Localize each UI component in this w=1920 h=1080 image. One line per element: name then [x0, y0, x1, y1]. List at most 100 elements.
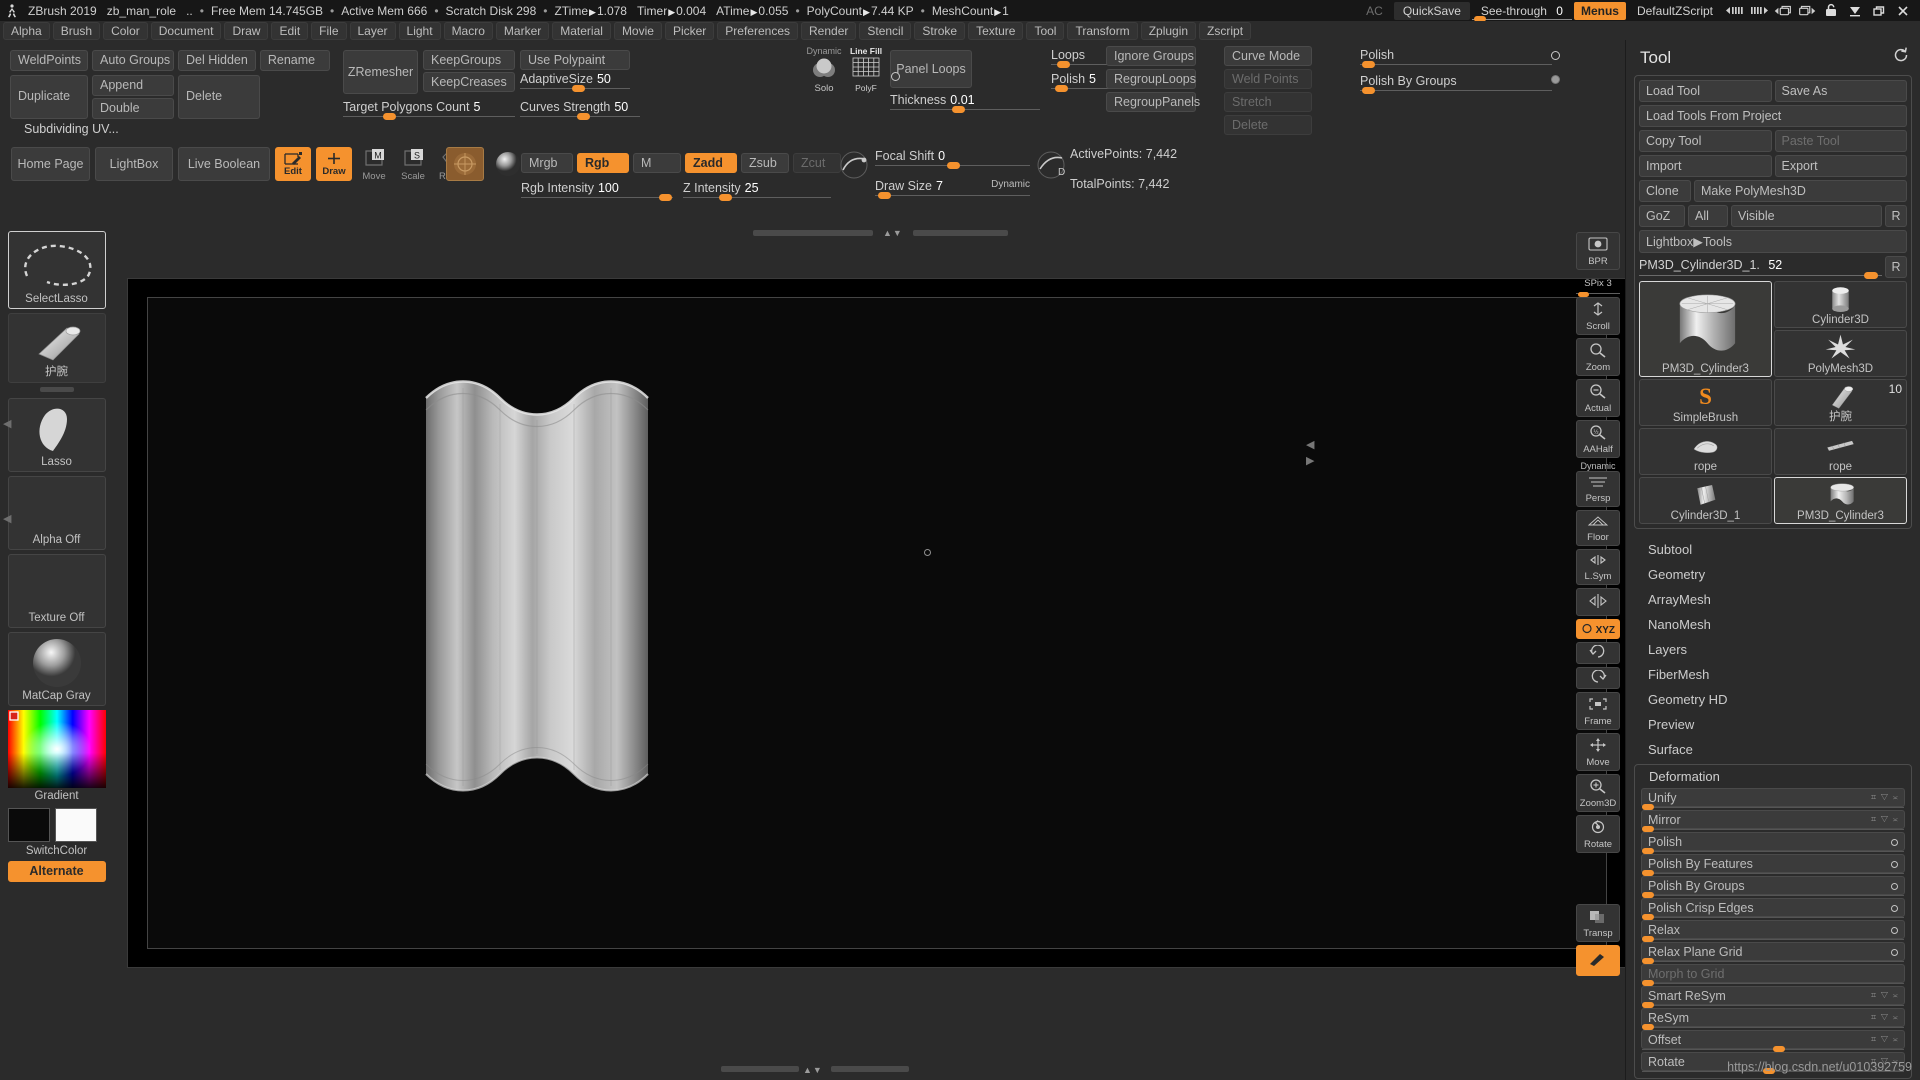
current-tool-r-button[interactable]: R	[1885, 256, 1907, 278]
stroke-selectlasso-cell[interactable]: SelectLasso	[7, 231, 106, 309]
scale-button[interactable]: S Scale	[396, 147, 430, 182]
load-tools-from-project-button[interactable]: Load Tools From Project	[1639, 105, 1907, 127]
ignore-groups-button[interactable]: Ignore Groups	[1106, 46, 1196, 66]
append-button[interactable]: Append	[92, 74, 174, 96]
quicksave-button[interactable]: QuickSave	[1393, 1, 1470, 20]
canvas-scroll-arrows-icon[interactable]: ▲▼	[883, 228, 903, 238]
auto-groups-button[interactable]: Auto Groups	[92, 50, 174, 71]
axis-toggles[interactable]: ⌗ ▽ ≍	[1871, 990, 1899, 1001]
alternate-button[interactable]: Alternate	[7, 861, 106, 882]
goz-r-button[interactable]: R	[1885, 205, 1907, 227]
color-picker[interactable]	[7, 710, 106, 788]
menu-file[interactable]: File	[311, 21, 347, 40]
canvas-scroll-arrows-bottom-icon[interactable]: ▲▼	[803, 1065, 823, 1075]
stretch-button[interactable]: Stretch	[1224, 92, 1312, 112]
primary-color-swatch[interactable]	[7, 808, 50, 842]
floor-button[interactable]: Floor	[1576, 510, 1620, 546]
goz-button[interactable]: GoZ	[1639, 205, 1685, 227]
deformation-polish[interactable]: Polish	[1641, 832, 1905, 854]
tool-thumb-pm3d-cylinder3d-active[interactable]: PM3D_Cylinder3	[1774, 477, 1907, 524]
axis-toggles[interactable]: ⌗ ▽ ≍	[1871, 814, 1899, 825]
xyz-button[interactable]: XYZ	[1576, 619, 1620, 639]
z-intensity-slider[interactable]: Z Intensity 25	[683, 181, 831, 201]
model-viewport[interactable]	[148, 298, 1608, 948]
switchcolor-label[interactable]: SwitchColor	[0, 845, 113, 857]
menu-brush[interactable]: Brush	[52, 21, 101, 40]
all-button[interactable]: All	[1688, 205, 1728, 227]
subpalette-nanomesh[interactable]: NanoMesh	[1626, 612, 1920, 637]
rotate-nav-button[interactable]: Rotate	[1576, 815, 1620, 853]
see-through-slider[interactable]: See-through 0	[1471, 2, 1572, 22]
tool-thumb-huwan[interactable]: 10 护腕	[1774, 379, 1907, 426]
deformation-polish-by-groups[interactable]: Polish By Groups	[1641, 876, 1905, 898]
duplicate-button[interactable]: Duplicate	[10, 74, 88, 119]
draw-button[interactable]: Draw	[316, 147, 352, 181]
subpalette-fibermesh[interactable]: FiberMesh	[1626, 662, 1920, 687]
menu-zscript[interactable]: Zscript	[1199, 21, 1252, 40]
lightbox-tools-button[interactable]: Lightbox▶Tools	[1639, 230, 1907, 253]
tool-thumb-simplebrush[interactable]: S SimpleBrush	[1639, 379, 1772, 426]
canvas-hscroll-top2[interactable]	[913, 230, 1008, 236]
polish-by-groups-radio[interactable]	[1551, 75, 1560, 84]
menu-picker[interactable]: Picker	[664, 21, 715, 40]
brush-preview-button[interactable]	[1576, 945, 1620, 976]
lock-icon[interactable]	[1820, 3, 1842, 19]
menu-zplugin[interactable]: Zplugin	[1140, 21, 1197, 40]
delete-geometry-button[interactable]: Delete	[178, 74, 260, 119]
tool-thumb-rope-2[interactable]: rope	[1774, 428, 1907, 475]
menu-material[interactable]: Material	[552, 21, 611, 40]
redo-history-button[interactable]	[1576, 667, 1620, 689]
tool-thumb-cylinder3d[interactable]: Cylinder3D	[1774, 281, 1907, 328]
subpalette-preview[interactable]: Preview	[1626, 712, 1920, 737]
current-tool-slider[interactable]: PM3D_Cylinder3D_1. 52	[1639, 256, 1882, 279]
subpalette-geometry-hd[interactable]: Geometry HD	[1626, 687, 1920, 712]
persp-button[interactable]: Persp	[1576, 471, 1620, 507]
make-polymesh3d-button[interactable]: Make PolyMesh3D	[1694, 180, 1907, 202]
undo-history-button[interactable]	[1576, 642, 1620, 664]
texture-cell[interactable]: Texture Off	[7, 554, 106, 628]
aahalf-button[interactable]: ½ AAHalf	[1576, 420, 1620, 458]
double-button[interactable]: Double	[92, 97, 174, 119]
target-polygons-count-slider[interactable]: Target Polygons Count 5	[343, 100, 515, 120]
menu-macro[interactable]: Macro	[443, 21, 493, 40]
actual-size-button[interactable]: Actual	[1576, 379, 1620, 417]
menu-preferences[interactable]: Preferences	[717, 21, 798, 40]
subpalette-arraymesh[interactable]: ArrayMesh	[1626, 587, 1920, 612]
transparency-button[interactable]: Transp	[1576, 904, 1620, 942]
menu-layer[interactable]: Layer	[349, 21, 396, 40]
tool-thumb-pm3d-cylinder3d[interactable]: PM3D_Cylinder3	[1639, 281, 1772, 377]
menus-button[interactable]: Menus	[1573, 1, 1626, 20]
menu-movie[interactable]: Movie	[613, 21, 662, 40]
palette-collapse-arrow-icon[interactable]: ◀	[3, 417, 11, 430]
deformation-relax[interactable]: Relax	[1641, 920, 1905, 942]
polish-top-radio[interactable]	[1551, 51, 1560, 60]
visible-button[interactable]: Visible	[1731, 205, 1882, 227]
polyframe-button[interactable]: Line Fill PolyF	[847, 46, 885, 93]
deformation-unify[interactable]: Unify ⌗ ▽ ≍	[1641, 788, 1905, 810]
menu-transform[interactable]: Transform	[1067, 21, 1138, 40]
canvas-hscroll-bottom2[interactable]	[831, 1066, 909, 1072]
bpr-render-button[interactable]: BPR	[1576, 232, 1620, 270]
prev-doc-icon[interactable]	[1772, 3, 1794, 19]
thickness-slider[interactable]: Thickness 0.01	[890, 93, 1040, 113]
menu-document[interactable]: Document	[150, 21, 222, 40]
regrouploops-button[interactable]: RegroupLoops	[1106, 69, 1196, 89]
restore-icon[interactable]	[1868, 3, 1890, 19]
reset-icon[interactable]	[1892, 46, 1910, 69]
document-canvas[interactable]	[127, 278, 1627, 968]
focal-shift-slider[interactable]: Focal Shift 0	[875, 149, 1030, 169]
weld-points-button[interactable]: Weld Points	[1224, 69, 1312, 89]
palette-scrollbar[interactable]	[39, 387, 74, 392]
weldpoints-button[interactable]: WeldPoints	[10, 50, 88, 71]
lightbox-button[interactable]: LightBox	[95, 147, 173, 181]
prev-script-icon[interactable]	[1724, 3, 1746, 19]
menu-light[interactable]: Light	[398, 21, 441, 40]
deformation-smart-resym[interactable]: Smart ReSym ⌗ ▽ ≍	[1641, 986, 1905, 1008]
keepcreases-button[interactable]: KeepCreases	[423, 72, 515, 92]
deformation-resym[interactable]: ReSym ⌗ ▽ ≍	[1641, 1008, 1905, 1030]
canvas-collapse-arrow-icon[interactable]: ◀	[1306, 438, 1314, 451]
menu-edit[interactable]: Edit	[271, 21, 309, 40]
save-as-button[interactable]: Save As	[1774, 80, 1907, 102]
axis-toggles[interactable]: ⌗ ▽ ≍	[1871, 1034, 1899, 1045]
subpalette-layers[interactable]: Layers	[1626, 637, 1920, 662]
